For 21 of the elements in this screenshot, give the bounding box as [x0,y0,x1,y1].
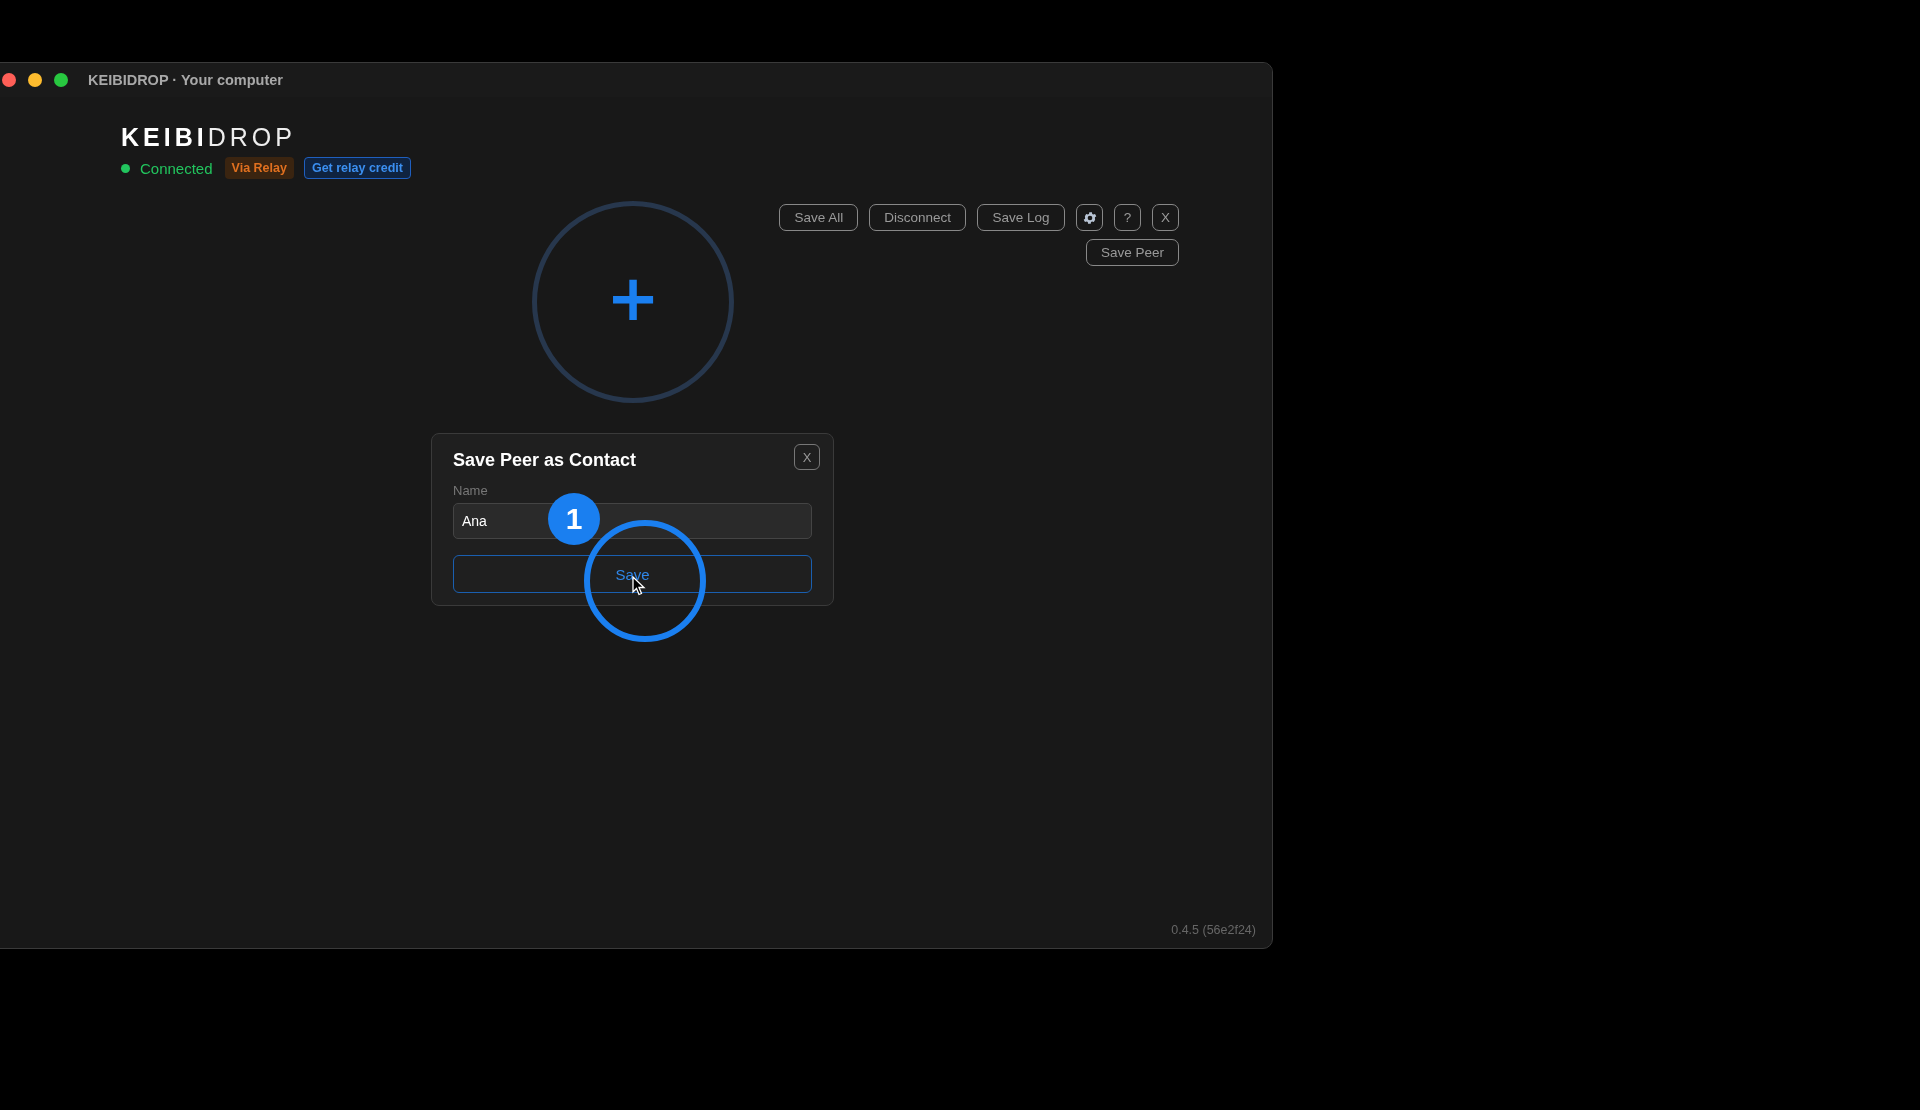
window-title: KEIBIDROP · Your computer [88,72,283,88]
save-peer-button[interactable]: Save Peer [1085,239,1179,266]
toolbar-button[interactable]: Disconnect [869,204,966,231]
toolbar-button[interactable]: Save All [779,204,859,231]
close-window-icon[interactable] [2,73,16,87]
relay-credit-link[interactable]: Get relay credit [303,157,411,179]
app-logo: KEIBI DROP [121,123,297,151]
toolbar-button[interactable]: Save Log [977,204,1065,231]
close-button[interactable]: X [794,444,820,470]
minimize-window-icon[interactable] [28,73,42,87]
version-label: 0.4.5 (56e2f24) [1171,923,1256,937]
settings-icon [1081,209,1098,226]
toolbar-button[interactable]: X [1152,204,1179,231]
toolbar-button[interactable]: ? [1114,204,1141,231]
maximize-window-icon[interactable] [54,73,68,87]
settings-button[interactable] [1076,204,1103,231]
dialog-title: Save Peer as Contact [453,450,637,471]
connection-status: Connected [140,159,213,177]
field-label: Name [453,483,489,498]
relay-tag: Via Relay [224,157,294,179]
add-button[interactable]: + [532,201,734,403]
